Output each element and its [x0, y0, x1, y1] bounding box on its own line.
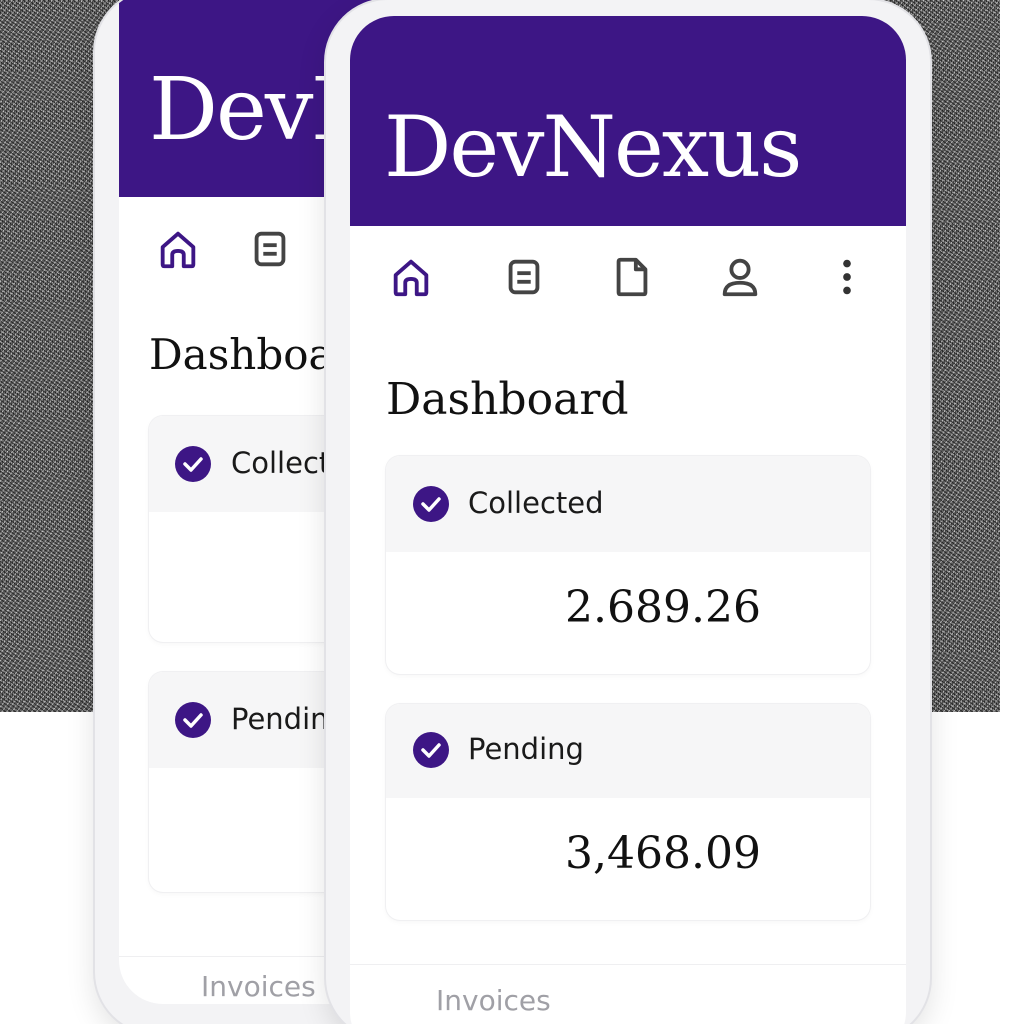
collected-card[interactable]: Collected 2.689.26 — [386, 456, 870, 674]
card-label: Collected — [468, 486, 604, 520]
page-title: Dashboard — [386, 374, 629, 425]
check-circle-icon — [175, 446, 211, 482]
check-circle-icon — [413, 486, 449, 522]
card-header: Collected — [386, 456, 870, 552]
card-value: 2.689.26 — [565, 582, 761, 633]
card-header: Pending — [386, 704, 870, 798]
home-icon[interactable] — [155, 226, 201, 272]
more-icon[interactable] — [824, 254, 870, 300]
app-header: DevNexus — [350, 16, 906, 226]
check-circle-icon — [175, 702, 211, 738]
home-icon[interactable] — [388, 254, 434, 300]
user-icon[interactable] — [717, 254, 763, 300]
card-value: 3,468.09 — [565, 828, 761, 879]
background-edge — [1000, 0, 1024, 712]
phone-front: DevNexus Dashboard Collected 2.689.26 Pe… — [326, 0, 930, 1024]
brand-logo: DevNexus — [384, 98, 802, 196]
page-title: Dashboar — [149, 330, 354, 379]
check-circle-icon — [413, 732, 449, 768]
card-label: Pending — [468, 732, 584, 766]
tab-invoices[interactable]: Invoices — [201, 970, 316, 1003]
footer-divider — [350, 964, 906, 965]
card-label: Collect — [231, 446, 331, 480]
document-icon[interactable] — [609, 254, 655, 300]
list-icon[interactable] — [247, 226, 293, 272]
card-label: Pendin — [231, 702, 329, 736]
list-icon[interactable] — [501, 254, 547, 300]
phone-front-screen: DevNexus Dashboard Collected 2.689.26 Pe… — [350, 16, 906, 1024]
tab-invoices[interactable]: Invoices — [436, 984, 551, 1017]
pending-card[interactable]: Pending 3,468.09 — [386, 704, 870, 920]
